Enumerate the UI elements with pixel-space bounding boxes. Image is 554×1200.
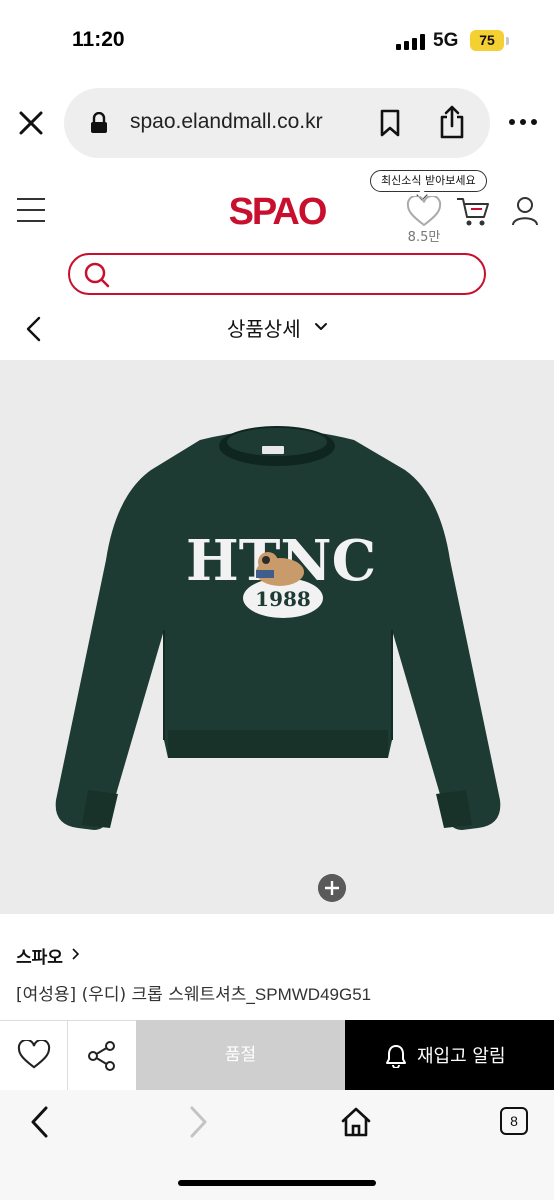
svg-text:1988: 1988 <box>255 587 311 611</box>
home-icon[interactable] <box>340 1106 372 1138</box>
product-name-prefix: [여성용] (우디) 크롭 스웨트셔츠_ <box>16 985 255 1005</box>
search-icon[interactable] <box>84 262 110 288</box>
url-text[interactable]: spao.elandmall.co.kr <box>130 110 323 134</box>
chevron-left-icon[interactable] <box>24 316 44 342</box>
chevron-right-icon[interactable] <box>72 948 80 960</box>
chevron-down-icon[interactable] <box>314 322 328 332</box>
soldout-button[interactable]: 품절 <box>136 1020 345 1090</box>
svg-text:SPAO: SPAO <box>229 191 326 232</box>
cart-icon[interactable] <box>456 196 490 228</box>
product-image[interactable]: HTNC 1988 5 / 6 <box>0 360 554 914</box>
heart-outline-icon <box>17 1040 51 1069</box>
sweatshirt-illustration: HTNC 1988 <box>55 426 501 830</box>
close-icon[interactable] <box>16 108 46 138</box>
product-code: SPMWD49G51 <box>254 985 372 1004</box>
restock-alert-button[interactable]: 재입고 알림 <box>345 1020 554 1090</box>
home-indicator <box>178 1180 376 1186</box>
page-title[interactable]: 상품상세 <box>227 313 301 342</box>
user-icon[interactable] <box>510 196 540 226</box>
share-icon[interactable] <box>438 104 466 140</box>
product-name: [여성용] (우디) 크롭 스웨트셔츠_SPMWD49G51 <box>16 980 371 1005</box>
plus-icon[interactable] <box>318 874 346 902</box>
menu-icon[interactable] <box>16 196 46 224</box>
restock-label: 재입고 알림 <box>417 1046 506 1067</box>
browser-back-icon[interactable] <box>28 1104 52 1140</box>
battery-level: 75 <box>470 30 504 51</box>
notification-tooltip[interactable]: 최신소식 받아보세요 <box>370 170 487 192</box>
status-bar: 11:20 5G 75 <box>0 0 554 80</box>
signal-icon <box>396 34 426 50</box>
search-input[interactable] <box>68 253 486 295</box>
browser-forward-icon[interactable] <box>186 1104 210 1140</box>
heart-icon[interactable] <box>406 196 442 228</box>
tabs-button[interactable]: 8 <box>500 1107 528 1135</box>
spao-logo[interactable]: SPAO <box>218 188 336 232</box>
more-icon[interactable] <box>508 118 538 126</box>
share-nodes-icon <box>88 1041 115 1071</box>
bookmark-icon[interactable] <box>378 109 402 137</box>
wish-button[interactable] <box>0 1020 68 1090</box>
share-button[interactable] <box>68 1020 136 1090</box>
wish-count: 8.5만 <box>407 230 441 245</box>
lock-icon <box>91 112 107 133</box>
bell-icon <box>386 1045 406 1068</box>
network-label: 5G <box>433 30 459 51</box>
status-time: 11:20 <box>72 28 125 51</box>
brand-link[interactable]: 스파오 <box>16 943 63 968</box>
battery-tip <box>506 37 509 45</box>
